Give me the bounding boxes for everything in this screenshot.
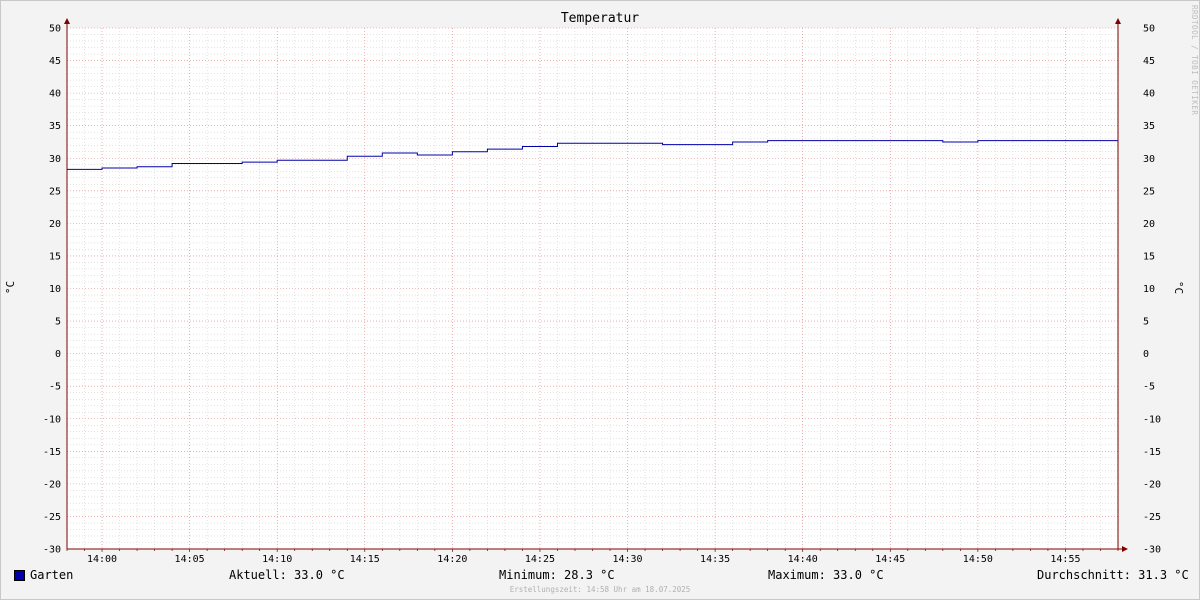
chart-title: Temperatur bbox=[560, 11, 640, 26]
y-tick-label-left: 30 bbox=[49, 154, 61, 165]
y-tick-label-right: 35 bbox=[1143, 121, 1155, 132]
y-tick-label-left: -25 bbox=[43, 512, 61, 523]
x-tick-label: 14:40 bbox=[788, 554, 818, 565]
y-tick-labels-left: 50454035302520151050-5-10-15-20-25-30 bbox=[43, 24, 61, 556]
y-tick-label-left: 5 bbox=[55, 317, 61, 328]
y-tick-label-left: -5 bbox=[49, 382, 61, 393]
x-tick-label: 14:45 bbox=[875, 554, 905, 565]
creation-time-footer: Erstellungszeit: 14:58 Uhr am 18.07.2025 bbox=[509, 585, 691, 594]
y-tick-label-left: 35 bbox=[49, 121, 61, 132]
legend-swatch-garten bbox=[14, 570, 25, 581]
y-axis-label-left: °C bbox=[4, 280, 18, 295]
y-tick-label-right: 0 bbox=[1143, 349, 1149, 360]
y-tick-label-right: 5 bbox=[1143, 317, 1149, 328]
x-tick-label: 14:20 bbox=[437, 554, 467, 565]
y-tick-label-right: 10 bbox=[1143, 284, 1155, 295]
y-tick-label-right: -15 bbox=[1143, 447, 1161, 458]
y-tick-label-right: 30 bbox=[1143, 154, 1155, 165]
chart-plot: 50454035302520151050-5-10-15-20-25-30 50… bbox=[43, 18, 1161, 565]
y-tick-label-right: 15 bbox=[1143, 251, 1155, 262]
legend-series-name: Garten bbox=[30, 568, 74, 582]
y-tick-label-left: 0 bbox=[55, 349, 61, 360]
x-tick-label: 14:25 bbox=[525, 554, 555, 565]
y-tick-label-right: 20 bbox=[1143, 219, 1155, 230]
x-tick-label: 14:15 bbox=[350, 554, 380, 565]
y-axis-label-right: °C bbox=[1172, 280, 1186, 295]
x-tick-label: 14:35 bbox=[700, 554, 730, 565]
x-axis-arrow bbox=[1122, 546, 1128, 552]
legend-durchschnitt: Durchschnitt: 31.3 °C bbox=[1037, 568, 1189, 582]
x-tick-label: 14:55 bbox=[1050, 554, 1080, 565]
x-tick-labels: 14:00 14:05 14:10 14:15 14:20 14:25 14:30 14:35… bbox=[87, 554, 1081, 565]
y-tick-label-right: 25 bbox=[1143, 186, 1155, 197]
y-tick-label-right: -5 bbox=[1143, 382, 1155, 393]
legend-aktuell: Aktuell: 33.0 °C bbox=[229, 568, 345, 582]
y-tick-label-right: 45 bbox=[1143, 56, 1155, 67]
y-tick-label-left: 25 bbox=[49, 186, 61, 197]
rrdtool-watermark: RRDTOOL / TOBI OETIKER bbox=[1190, 5, 1199, 116]
y-tick-label-right: 40 bbox=[1143, 89, 1155, 100]
x-tick-label: 14:00 bbox=[87, 554, 117, 565]
y-tick-label-right: -25 bbox=[1143, 512, 1161, 523]
y-tick-label-left: -15 bbox=[43, 447, 61, 458]
x-tick-label: 14:10 bbox=[262, 554, 292, 565]
y-tick-label-right: -10 bbox=[1143, 414, 1161, 425]
y-tick-label-right: -30 bbox=[1143, 545, 1161, 556]
legend-minimum: Minimum: 28.3 °C bbox=[499, 568, 615, 582]
y-tick-label-right: -20 bbox=[1143, 479, 1161, 490]
y-tick-label-left: -10 bbox=[43, 414, 61, 425]
x-tick-label: 14:05 bbox=[175, 554, 205, 565]
y-tick-label-left: -20 bbox=[43, 479, 61, 490]
y-tick-label-left: 10 bbox=[49, 284, 61, 295]
y-tick-label-left: 40 bbox=[49, 89, 61, 100]
y-tick-labels-right: 50454035302520151050-5-10-15-20-25-30 bbox=[1143, 24, 1161, 556]
x-tick-label: 14:30 bbox=[612, 554, 642, 565]
y-tick-label-left: 15 bbox=[49, 251, 61, 262]
y-tick-label-left: 20 bbox=[49, 219, 61, 230]
y-tick-label-left: 45 bbox=[49, 56, 61, 67]
legend-maximum: Maximum: 33.0 °C bbox=[768, 568, 884, 582]
y-tick-label-left: -30 bbox=[43, 545, 61, 556]
x-tick-label: 14:50 bbox=[963, 554, 993, 565]
